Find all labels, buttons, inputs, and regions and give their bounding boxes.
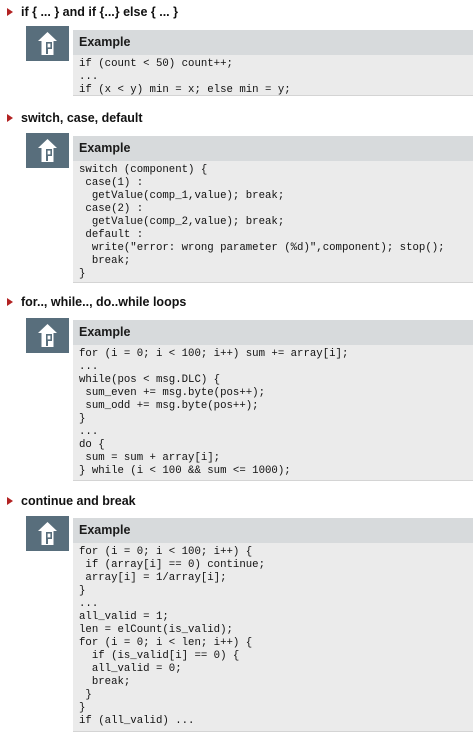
example-box: Example switch (component) { case(1) : g… — [73, 136, 473, 283]
example-icon — [26, 133, 69, 168]
bullet-arrow-icon — [7, 298, 13, 306]
bullet-arrow-icon — [7, 497, 13, 505]
code-block: for (i = 0; i < 100; i++) sum += array[i… — [79, 348, 349, 477]
example-title: Example — [73, 518, 473, 543]
example-title: Example — [73, 136, 473, 161]
section-heading-text: if { ... } and if {...} else { ... } — [21, 5, 178, 19]
example-box: Example for (i = 0; i < 100; i++) { if (… — [73, 518, 473, 732]
code-block: switch (component) { case(1) : getValue(… — [79, 164, 445, 280]
code-block: if (count < 50) count++; ... if (x < y) … — [79, 58, 291, 96]
example-icon — [26, 318, 69, 353]
section-heading-continue-break: continue and break — [7, 493, 136, 509]
section-heading-text: for.., while.., do..while loops — [21, 295, 187, 309]
bullet-arrow-icon — [7, 114, 13, 122]
example-icon — [26, 26, 69, 61]
section-heading-switch: switch, case, default — [7, 110, 143, 126]
example-title: Example — [73, 320, 473, 345]
example-title: Example — [73, 30, 473, 55]
section-heading-text: continue and break — [21, 494, 136, 508]
bullet-arrow-icon — [7, 8, 13, 16]
example-box: Example for (i = 0; i < 100; i++) sum +=… — [73, 320, 473, 481]
example-icon — [26, 516, 69, 551]
section-heading-text: switch, case, default — [21, 111, 143, 125]
section-heading-if-else: if { ... } and if {...} else { ... } — [7, 4, 178, 20]
code-block: for (i = 0; i < 100; i++) { if (array[i]… — [79, 546, 265, 727]
section-heading-loops: for.., while.., do..while loops — [7, 294, 186, 310]
example-box: Example if (count < 50) count++; ... if … — [73, 30, 473, 96]
